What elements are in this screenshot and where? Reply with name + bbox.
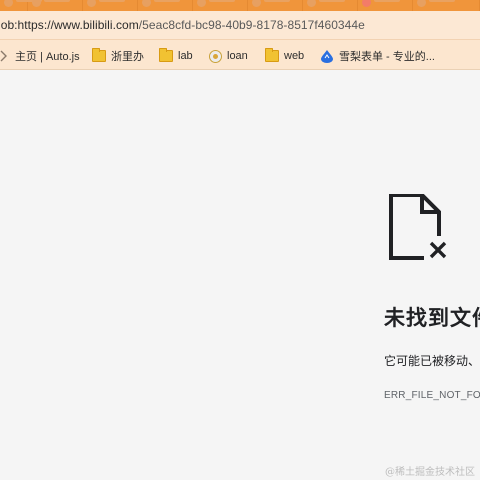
error-description: 它可能已被移动、 (384, 354, 480, 368)
tab-title (319, 0, 345, 2)
tab-favicon (142, 0, 151, 7)
error-code: ERR_FILE_NOT_FOUND (384, 390, 480, 401)
bookmark-autojs[interactable]: 主页 | Auto.js (0, 49, 80, 63)
tab-favicon (32, 0, 41, 7)
tab-title (154, 0, 180, 2)
bookmark-label: 雪梨表单 - 专业的... (339, 51, 435, 63)
watermark: @稀土掘金技术社区 (385, 467, 475, 478)
globe-icon (209, 49, 222, 63)
browser-tab[interactable] (248, 0, 303, 11)
tab-title (374, 0, 400, 2)
chevron-icon (0, 50, 9, 62)
bookmark-folder-lab[interactable]: lab (159, 48, 193, 63)
tab-title (209, 0, 235, 2)
error-title: 未找到文件 (384, 307, 480, 330)
browser-tab[interactable] (83, 0, 138, 11)
url-prefix: lob:https://www.bilibili.com (0, 18, 139, 32)
bookmark-label: 浙里办 (111, 51, 144, 63)
tab-title (99, 0, 125, 2)
file-not-found-icon (386, 193, 452, 260)
bookmarks-bar: 主页 | Auto.js 浙里办 lab loan web 雪梨表单 - 专业的… (0, 40, 480, 70)
tab-title (264, 0, 290, 2)
tab-title (429, 0, 455, 2)
bookmark-xueli-form[interactable]: 雪梨表单 - 专业的... (320, 49, 435, 63)
tab-favicon (417, 0, 426, 7)
bookmark-loan[interactable]: loan (209, 49, 248, 63)
url-text[interactable]: lob:https://www.bilibili.com/5eac8cfd-bc… (0, 18, 365, 32)
water-drop-icon (320, 49, 334, 63)
tab-favicon (252, 0, 261, 7)
browser-tab[interactable] (138, 0, 193, 11)
bookmark-label: 主页 | Auto.js (15, 51, 80, 63)
tab-favicon (87, 0, 96, 7)
tab-favicon (307, 0, 316, 7)
tab-favicon (4, 0, 13, 7)
folder-icon (92, 48, 106, 62)
bookmark-folder-web[interactable]: web (265, 48, 305, 63)
browser-tab[interactable] (413, 0, 480, 11)
bookmark-label: loan (227, 50, 248, 62)
tab-favicon (197, 0, 206, 7)
tab-title (44, 0, 70, 2)
browser-tab[interactable] (0, 0, 42, 11)
browser-tab[interactable] (193, 0, 248, 11)
tab-strip (0, 0, 480, 11)
folder-icon (159, 48, 173, 62)
bookmark-folder-zheliban[interactable]: 浙里办 (92, 48, 144, 63)
url-path: /5eac8cfd-bc98-40b9-8178-8517f460344e (138, 18, 365, 32)
bookmark-label: lab (178, 50, 193, 62)
bookmark-label: web (284, 50, 305, 62)
folder-icon (265, 48, 279, 62)
tab-favicon (362, 0, 371, 7)
browser-tab[interactable] (28, 0, 83, 11)
browser-tab[interactable] (358, 0, 413, 11)
browser-tab[interactable] (303, 0, 358, 11)
address-bar[interactable]: lob:https://www.bilibili.com/5eac8cfd-bc… (0, 11, 480, 40)
